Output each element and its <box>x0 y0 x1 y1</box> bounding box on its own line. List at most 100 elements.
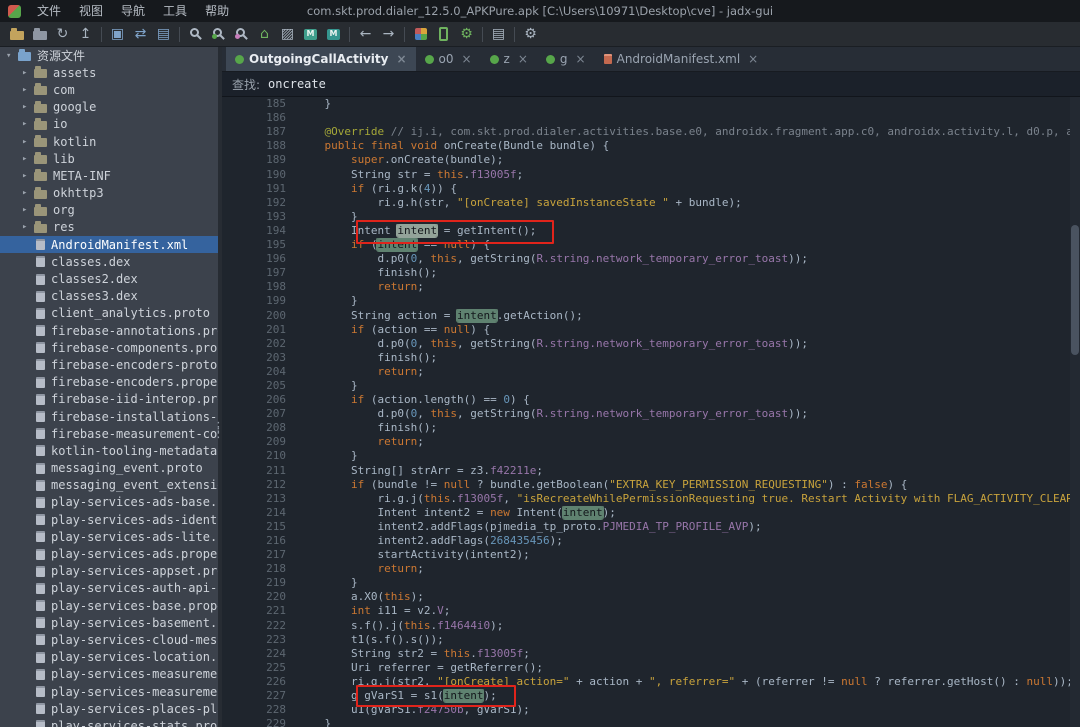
code-viewport[interactable]: 184 }185 }186187 @Override // ij.i, com.… <box>222 97 1080 727</box>
tree-item-play-services-ads-properties[interactable]: play-services-ads.properties <box>0 545 218 562</box>
tab-close-icon[interactable]: × <box>748 52 758 66</box>
tree-item-firebase-components-properties[interactable]: firebase-components.properties <box>0 339 218 356</box>
tree-item-firebase-encoders-properties[interactable]: firebase-encoders.properties <box>0 374 218 391</box>
editor-scrollbar[interactable] <box>1070 97 1080 727</box>
find-input[interactable] <box>268 77 569 91</box>
tree-item-classes3-dex[interactable]: classes3.dex <box>0 288 218 305</box>
tree-item-label: firebase-annotations.properties <box>51 323 218 338</box>
flat-packages-icon[interactable]: ▤ <box>152 24 175 45</box>
tree-item-androidmanifest-xml[interactable]: AndroidManifest.xml <box>0 236 218 254</box>
caret-right-icon[interactable]: ▸ <box>22 222 34 232</box>
tree-item-client-analytics-proto[interactable]: client_analytics.proto <box>0 305 218 322</box>
quark-report-icon[interactable] <box>409 24 432 45</box>
tree-item-play-services-appset-properties[interactable]: play-services-appset.properties <box>0 563 218 580</box>
tab-z[interactable]: z × <box>481 47 537 71</box>
tab-outgoingcallactivity[interactable]: OutgoingCallActivity × <box>226 47 416 71</box>
splitter-handle-icon[interactable]: ⋮ ⋮ <box>212 421 225 440</box>
tree-item-meta-inf[interactable]: ▸ META-INF <box>0 167 218 184</box>
image-viewer-icon[interactable]: ▨ <box>276 24 299 45</box>
tree-item-google[interactable]: ▸ google <box>0 99 218 116</box>
tree-item-res[interactable]: ▸ res <box>0 219 218 236</box>
menu-item-3[interactable]: 导航 <box>112 0 154 22</box>
caret-down-icon[interactable]: ▾ <box>6 51 18 61</box>
tab-g[interactable]: g × <box>537 47 595 71</box>
caret-right-icon[interactable]: ▸ <box>22 188 34 198</box>
tree-item-firebase-encoders-proto-properties[interactable]: firebase-encoders-proto.properties <box>0 356 218 373</box>
tree-item-firebase-installations-interop-properties[interactable]: firebase-installations-interop.propertie… <box>0 408 218 425</box>
tree-item-play-services-ads-lite-properties[interactable]: play-services-ads-lite.properties <box>0 528 218 545</box>
tree-item-play-services-auth-api-phone-properties[interactable]: play-services-auth-api-phone.properties <box>0 580 218 597</box>
tab-close-icon[interactable]: × <box>576 52 586 66</box>
tree-item-label: play-services-auth-api-phone.properties <box>51 581 218 596</box>
comment-search-icon[interactable] <box>230 24 253 45</box>
deobfuscation-icon[interactable]: ⚙ <box>455 24 478 45</box>
menu-item-4[interactable]: 工具 <box>154 0 196 22</box>
tree-item-firebase-measurement-connector-properties[interactable]: firebase-measurement-connector.propertie… <box>0 425 218 442</box>
tree-item-lib[interactable]: ▸ lib <box>0 150 218 167</box>
tree-root-resources[interactable]: ▾ 资源文件 <box>0 47 218 64</box>
tree-item-play-services-cloud-messaging-properties[interactable]: play-services-cloud-messaging.properties <box>0 631 218 648</box>
menu-item-2[interactable]: 视图 <box>70 0 112 22</box>
tree-item-play-services-base-properties[interactable]: play-services-base.properties <box>0 597 218 614</box>
menu-item-1[interactable]: 文件 <box>28 0 70 22</box>
script-icon[interactable]: M <box>299 24 322 45</box>
tree-item-label: kotlin-tooling-metadata.json <box>51 443 218 458</box>
comments-icon[interactable]: M <box>322 24 345 45</box>
preferences-icon[interactable]: ⚙ <box>519 24 542 45</box>
menu-item-5[interactable]: 帮助 <box>196 0 238 22</box>
tab-close-icon[interactable]: × <box>396 52 406 66</box>
caret-right-icon[interactable]: ▸ <box>22 68 34 78</box>
add-files-icon[interactable] <box>28 24 51 45</box>
tree-item-com[interactable]: ▸ com <box>0 81 218 98</box>
device-icon[interactable] <box>432 24 455 45</box>
code-line-213: 213 ri.g.j(this.f13005f, "isRecreateWhil… <box>222 492 1070 506</box>
tree-item-play-services-ads-base-properties[interactable]: play-services-ads-base.properties <box>0 494 218 511</box>
tree-item-play-services-stats-properties[interactable]: play-services-stats.properties <box>0 717 218 727</box>
tree-item-okhttp3[interactable]: ▸ okhttp3 <box>0 185 218 202</box>
caret-right-icon[interactable]: ▸ <box>22 137 34 147</box>
export-icon[interactable]: ↥ <box>74 24 97 45</box>
tree-item-label: kotlin <box>53 134 97 149</box>
tree-item-play-services-measurement-api-properties[interactable]: play-services-measurement-api.properties <box>0 666 218 683</box>
caret-right-icon[interactable]: ▸ <box>22 171 34 181</box>
code-line-197: 197 finish(); <box>222 266 1070 280</box>
caret-right-icon[interactable]: ▸ <box>22 205 34 215</box>
tree-item-classes2-dex[interactable]: classes2.dex <box>0 270 218 287</box>
tree-item-classes-dex[interactable]: classes.dex <box>0 253 218 270</box>
save-all-icon[interactable]: ▣ <box>106 24 129 45</box>
back-icon[interactable]: ← <box>354 24 377 45</box>
class-search-icon[interactable] <box>207 24 230 45</box>
log-viewer-icon[interactable]: ▤ <box>487 24 510 45</box>
tree-item-messaging-event-proto[interactable]: messaging_event.proto <box>0 460 218 477</box>
text-search-icon[interactable] <box>184 24 207 45</box>
caret-right-icon[interactable]: ▸ <box>22 154 34 164</box>
tree-item-io[interactable]: ▸ io <box>0 116 218 133</box>
reload-icon[interactable]: ↻ <box>51 24 74 45</box>
tree-item-play-services-basement-properties[interactable]: play-services-basement.properties <box>0 614 218 631</box>
tree-item-label: firebase-iid-interop.properties <box>51 392 218 407</box>
open-file-icon[interactable] <box>5 24 28 45</box>
tree-item-play-services-location-properties[interactable]: play-services-location.properties <box>0 649 218 666</box>
tree-item-kotlin-tooling-metadata-json[interactable]: kotlin-tooling-metadata.json <box>0 442 218 459</box>
tab-androidmanifest-xml[interactable]: AndroidManifest.xml × <box>595 47 768 71</box>
tree-item-messaging-event-extension-proto[interactable]: messaging_event_extension.proto <box>0 477 218 494</box>
tab-o0[interactable]: o0 × <box>416 47 481 71</box>
main-activity-icon[interactable]: ⌂ <box>253 24 276 45</box>
tab-close-icon[interactable]: × <box>518 52 528 66</box>
tree-item-play-services-ads-identifier-properties[interactable]: play-services-ads-identifier.properties <box>0 511 218 528</box>
caret-right-icon[interactable]: ▸ <box>22 85 34 95</box>
tree-item-label: play-services-ads-identifier.properties <box>51 512 218 527</box>
tree-item-play-services-places-placereport-properties[interactable]: play-services-places-placereport.propert… <box>0 700 218 717</box>
caret-right-icon[interactable]: ▸ <box>22 102 34 112</box>
editor-scrollbar-thumb[interactable] <box>1071 225 1079 355</box>
caret-right-icon[interactable]: ▸ <box>22 119 34 129</box>
forward-icon[interactable]: → <box>377 24 400 45</box>
tree-item-org[interactable]: ▸ org <box>0 202 218 219</box>
tab-close-icon[interactable]: × <box>461 52 471 66</box>
tree-item-firebase-annotations-properties[interactable]: firebase-annotations.properties <box>0 322 218 339</box>
tree-item-firebase-iid-interop-properties[interactable]: firebase-iid-interop.properties <box>0 391 218 408</box>
tree-item-play-services-measurement-base-properties[interactable]: play-services-measurement-base.propertie… <box>0 683 218 700</box>
sync-with-editor-icon[interactable]: ⇄ <box>129 24 152 45</box>
tree-item-assets[interactable]: ▸ assets <box>0 64 218 81</box>
tree-item-kotlin[interactable]: ▸ kotlin <box>0 133 218 150</box>
